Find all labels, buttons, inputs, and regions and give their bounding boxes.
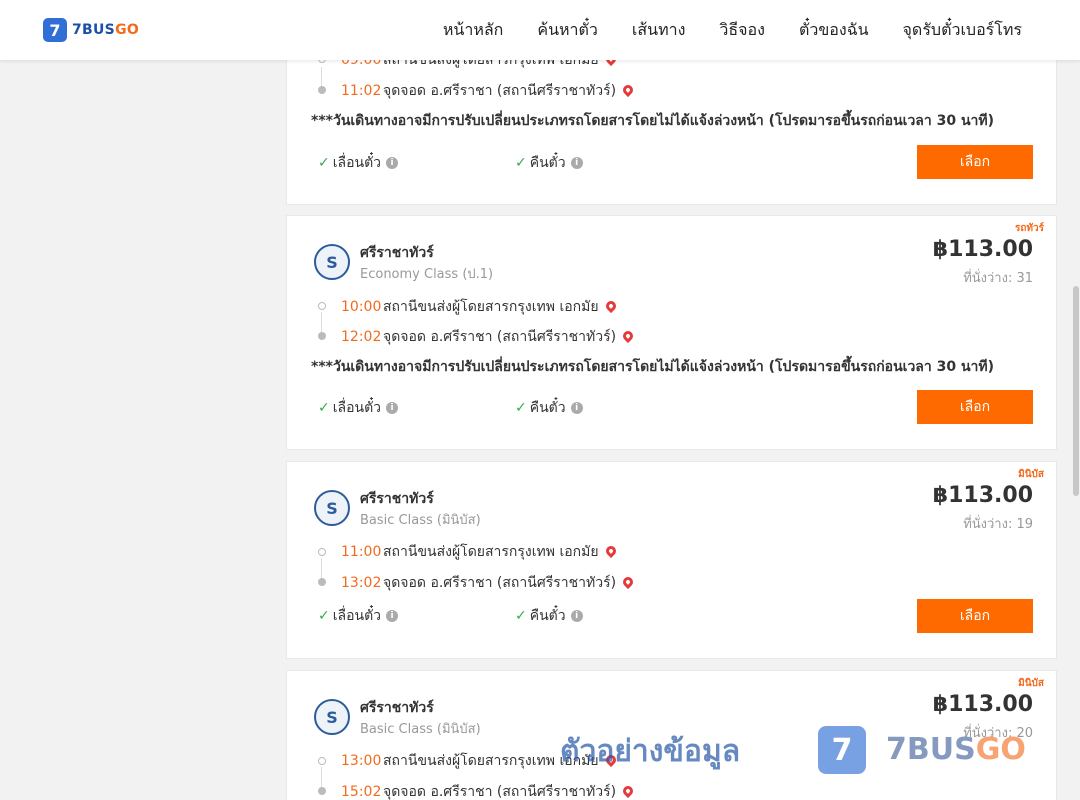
info-icon[interactable]: i bbox=[386, 402, 399, 414]
nav-ticket-pickup[interactable]: จุดรับตั๋วเบอร์โทร bbox=[903, 18, 1022, 43]
arrival-place: จุดจอด อ.ศรีราชา (สถานีศรีราชาทัวร์) bbox=[383, 329, 617, 345]
departure-row: 10:00 สถานีขนส่งผู้โดยสารกรุงเทพ เอกมัย bbox=[341, 296, 618, 318]
refund-ticket-option: ✓ คืนตั๋ว i bbox=[515, 397, 583, 419]
operator-logo: S bbox=[314, 244, 350, 280]
vehicle-type-badge: มินิบัส bbox=[1018, 678, 1044, 689]
nav-search-tickets[interactable]: ค้นหาตั๋ว bbox=[537, 18, 598, 43]
map-pin-icon[interactable] bbox=[620, 574, 636, 590]
nav-routes[interactable]: เส้นทาง bbox=[632, 18, 686, 43]
ticket-price: ฿113.00 bbox=[932, 692, 1033, 717]
ticket-price: ฿113.00 bbox=[932, 483, 1033, 508]
vehicle-change-note: ***วันเดินทางอาจมีการปรับเปลี่ยนประเภทรถ… bbox=[311, 113, 995, 129]
nav-my-tickets[interactable]: ตั๋วของฉัน bbox=[799, 18, 869, 43]
check-icon: ✓ bbox=[318, 400, 330, 416]
vehicle-type-badge: มินิบัส bbox=[1018, 469, 1044, 480]
arrival-dot bbox=[318, 332, 326, 340]
departure-dot bbox=[318, 302, 326, 310]
page-scrollbar[interactable] bbox=[1072, 60, 1080, 800]
check-icon: ✓ bbox=[515, 155, 527, 171]
arrival-dot bbox=[318, 86, 326, 94]
departure-dot bbox=[318, 757, 326, 765]
logo-text: 7BUSGO bbox=[72, 22, 140, 38]
change-ticket-option: ✓ เลื่อนตั๋ว i bbox=[318, 605, 399, 627]
arrival-time: 11:02 bbox=[341, 83, 382, 99]
refund-ticket-option: ✓ คืนตั๋ว i bbox=[515, 605, 583, 627]
change-ticket-option: ✓ เลื่อนตั๋ว i bbox=[318, 397, 399, 419]
arrival-time: 12:02 bbox=[341, 329, 382, 345]
sample-data-watermark: ตัวอย่างข้อมูล 7 7BUSGO bbox=[560, 722, 1026, 782]
bus-class: Basic Class (มินิบัส) bbox=[360, 722, 481, 737]
arrival-dot bbox=[318, 578, 326, 586]
arrival-dot bbox=[318, 787, 326, 795]
scrollbar-thumb[interactable] bbox=[1073, 286, 1079, 496]
operator-name: ศรีราชาทัวร์ bbox=[360, 491, 434, 507]
select-trip-button[interactable]: เลือก bbox=[917, 390, 1033, 424]
map-pin-icon[interactable] bbox=[603, 543, 618, 559]
arrival-row: 12:02 จุดจอด อ.ศรีราชา (สถานีศรีราชาทัวร… bbox=[341, 326, 636, 348]
main-nav: หน้าหลัก ค้นหาตั๋ว เส้นทาง วิธีจอง ตั๋วข… bbox=[409, 0, 1022, 60]
nav-home[interactable]: หน้าหลัก bbox=[443, 18, 504, 43]
select-trip-button[interactable]: เลือก bbox=[917, 599, 1033, 633]
refund-ticket-option: ✓ คืนตั๋ว i bbox=[515, 152, 583, 174]
change-ticket-option: ✓ เลื่อนตั๋ว i bbox=[318, 152, 399, 174]
map-pin-icon[interactable] bbox=[620, 328, 636, 344]
seats-available: ที่นั่งว่าง: 19 bbox=[963, 517, 1033, 532]
departure-row: 11:00 สถานีขนส่งผู้โดยสารกรุงเทพ เอกมัย bbox=[341, 541, 618, 563]
info-icon[interactable]: i bbox=[570, 402, 583, 414]
route-line bbox=[321, 312, 322, 334]
bus-class: Economy Class (ป.1) bbox=[360, 267, 494, 282]
vehicle-type-badge: รถทัวร์ bbox=[1014, 223, 1044, 234]
info-icon[interactable]: i bbox=[386, 157, 399, 169]
site-logo[interactable]: 7 7BUSGO bbox=[43, 18, 139, 42]
logo-mark: 7 bbox=[43, 18, 67, 42]
arrival-row: 11:02 จุดจอด อ.ศรีราชา (สถานีศรีราชาทัวร… bbox=[341, 80, 636, 102]
operator-name: ศรีราชาทัวร์ bbox=[360, 700, 434, 716]
seats-available: ที่นั่งว่าง: 31 bbox=[963, 271, 1033, 286]
route-line bbox=[321, 767, 322, 789]
top-header: 7 7BUSGO หน้าหลัก ค้นหาตั๋ว เส้นทาง วิธี… bbox=[0, 0, 1080, 60]
info-icon[interactable]: i bbox=[570, 610, 583, 622]
vehicle-change-note: ***วันเดินทางอาจมีการปรับเปลี่ยนประเภทรถ… bbox=[311, 359, 995, 375]
arrival-time: 13:02 bbox=[341, 575, 382, 591]
map-pin-icon[interactable] bbox=[620, 82, 636, 98]
arrival-place: จุดจอด อ.ศรีราชา (สถานีศรีราชาทัวร์) bbox=[383, 784, 617, 800]
watermark-logo-mark: 7 bbox=[818, 726, 866, 774]
arrival-row: 15:02 จุดจอด อ.ศรีราชา (สถานีศรีราชาทัวร… bbox=[341, 781, 636, 800]
info-icon[interactable]: i bbox=[570, 157, 583, 169]
operator-logo: S bbox=[314, 490, 350, 526]
departure-time: 10:00 bbox=[341, 299, 382, 315]
route-line bbox=[321, 558, 322, 580]
arrival-place: จุดจอด อ.ศรีราชา (สถานีศรีราชาทัวร์) bbox=[383, 83, 617, 99]
operator-logo: S bbox=[314, 699, 350, 735]
check-icon: ✓ bbox=[515, 608, 527, 624]
departure-time: 11:00 bbox=[341, 544, 382, 560]
departure-time: 13:00 bbox=[341, 753, 382, 769]
departure-dot bbox=[318, 548, 326, 556]
map-pin-icon[interactable] bbox=[603, 298, 618, 314]
nav-how-to-book[interactable]: วิธีจอง bbox=[719, 18, 765, 43]
info-icon[interactable]: i bbox=[386, 610, 399, 622]
check-icon: ✓ bbox=[515, 400, 527, 416]
arrival-time: 15:02 bbox=[341, 784, 382, 800]
watermark-text: ตัวอย่างข้อมูล bbox=[560, 734, 741, 769]
arrival-place: จุดจอด อ.ศรีราชา (สถานีศรีราชาทัวร์) bbox=[383, 575, 617, 591]
check-icon: ✓ bbox=[318, 155, 330, 171]
check-icon: ✓ bbox=[318, 608, 330, 624]
departure-place: สถานีขนส่งผู้โดยสารกรุงเทพ เอกมัย bbox=[383, 299, 599, 315]
trip-card: รถทัวร์ S ศรีราชาทัวร์ Economy Class (ป.… bbox=[286, 215, 1057, 450]
select-trip-button[interactable]: เลือก bbox=[917, 145, 1033, 179]
operator-name: ศรีราชาทัวร์ bbox=[360, 245, 434, 261]
watermark-brand: 7BUSGO bbox=[886, 732, 1026, 767]
ticket-price: ฿113.00 bbox=[932, 237, 1033, 262]
arrival-row: 13:02 จุดจอด อ.ศรีราชา (สถานีศรีราชาทัวร… bbox=[341, 572, 636, 594]
map-pin-icon[interactable] bbox=[620, 783, 636, 799]
trip-card: มินิบัส S ศรีราชาทัวร์ Basic Class (มินิ… bbox=[286, 461, 1057, 659]
departure-place: สถานีขนส่งผู้โดยสารกรุงเทพ เอกมัย bbox=[383, 544, 599, 560]
bus-class: Basic Class (มินิบัส) bbox=[360, 513, 481, 528]
